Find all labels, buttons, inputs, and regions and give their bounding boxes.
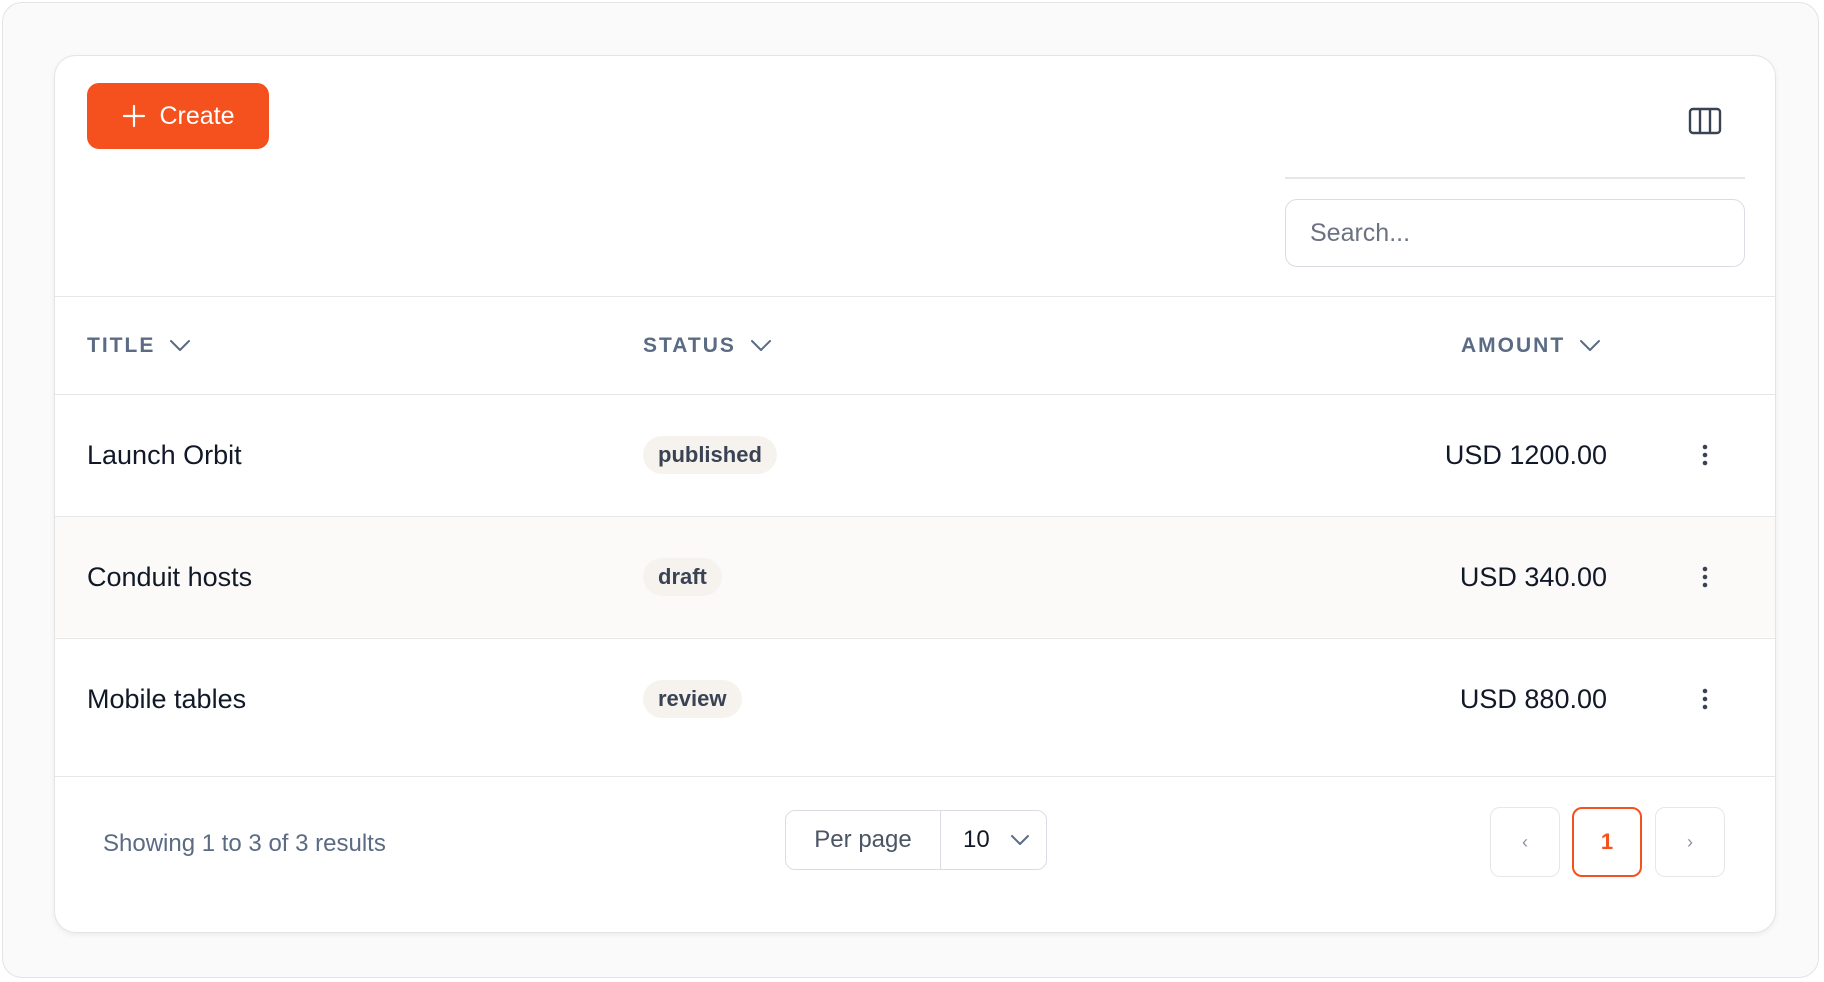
- page-button-current[interactable]: 1: [1572, 807, 1642, 877]
- table-row[interactable]: Mobile tables review USD 880.00: [55, 638, 1775, 776]
- row-title: Conduit hosts: [87, 562, 253, 592]
- columns-icon: [1688, 107, 1722, 135]
- chevron-down-icon: [750, 339, 771, 351]
- column-header-label: AMOUNT: [1461, 333, 1566, 357]
- table-row[interactable]: Conduit hosts draft USD 340.00: [55, 516, 1775, 637]
- row-amount: USD 1200.00: [1444, 440, 1607, 470]
- per-page-select[interactable]: 10: [941, 811, 1046, 869]
- per-page-value: 10: [963, 826, 990, 853]
- per-page-control: Per page 10: [785, 810, 1047, 870]
- status-badge: published: [643, 436, 777, 474]
- column-toggle-button[interactable]: [1684, 100, 1726, 142]
- table-header: TITLE STATUS AMOUNT: [55, 297, 1775, 394]
- row-title: Launch Orbit: [87, 440, 242, 470]
- window-frame: Create TITLE STATUS: [2, 2, 1819, 978]
- results-summary: Showing 1 to 3 of 3 results: [103, 830, 386, 857]
- column-header-title[interactable]: TITLE: [87, 297, 191, 394]
- chevron-right-icon: ›: [1687, 831, 1693, 852]
- row-actions-button[interactable]: [1695, 557, 1715, 597]
- row-actions-button[interactable]: [1695, 435, 1715, 475]
- prev-page-button[interactable]: ‹: [1490, 807, 1560, 877]
- plus-icon: [123, 104, 146, 128]
- kebab-menu-icon: [1702, 688, 1708, 710]
- column-header-label: STATUS: [643, 333, 736, 357]
- row-actions-button[interactable]: [1695, 679, 1715, 719]
- table-row[interactable]: Launch Orbit published USD 1200.00: [55, 394, 1775, 515]
- table-card: Create TITLE STATUS: [54, 55, 1776, 933]
- create-button-label: Create: [159, 101, 235, 130]
- search-divider: [1285, 177, 1745, 179]
- status-badge: review: [643, 680, 742, 718]
- row-amount: USD 880.00: [1459, 684, 1607, 714]
- row-amount: USD 340.00: [1459, 562, 1607, 592]
- chevron-down-icon: [170, 339, 191, 351]
- next-page-button[interactable]: ›: [1655, 807, 1725, 877]
- kebab-menu-icon: [1702, 444, 1708, 466]
- row-title: Mobile tables: [87, 684, 247, 714]
- column-header-amount[interactable]: AMOUNT: [1461, 297, 1601, 394]
- status-badge: draft: [643, 558, 722, 596]
- kebab-menu-icon: [1702, 566, 1708, 588]
- per-page-label: Per page: [786, 811, 941, 869]
- column-header-status[interactable]: STATUS: [643, 297, 772, 394]
- search-input[interactable]: [1285, 199, 1745, 267]
- chevron-left-icon: ‹: [1522, 831, 1528, 852]
- page-number: 1: [1600, 829, 1614, 854]
- column-header-label: TITLE: [87, 333, 156, 357]
- footer-divider: [55, 776, 1775, 777]
- create-button[interactable]: Create: [87, 83, 269, 149]
- chevron-down-icon: [1011, 835, 1029, 845]
- chevron-down-icon: [1580, 339, 1601, 351]
